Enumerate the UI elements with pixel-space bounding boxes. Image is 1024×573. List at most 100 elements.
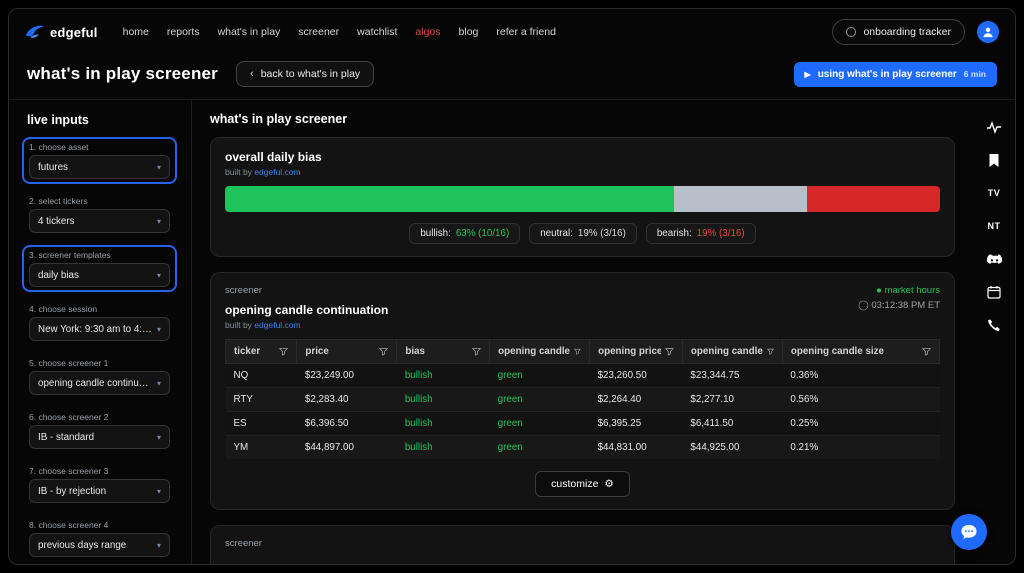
candle-size-cell: 0.56% [782, 388, 939, 412]
screener-kicker: screener [225, 538, 940, 549]
chevron-down-icon: ▾ [157, 487, 161, 496]
tutorial-video-button[interactable]: ▶ using what's in play screener 6 min [794, 62, 997, 87]
filter-funnel-icon[interactable] [379, 347, 388, 356]
neutral-badge: neutral: 19% (3/16) [529, 223, 637, 244]
price-cell: $6,396.50 [297, 412, 397, 436]
input-group-choose-session: 4. choose session New York: 9:30 am to 4… [22, 299, 177, 346]
tickers-select[interactable]: 4 tickers ▾ [29, 209, 170, 233]
phone-icon[interactable] [985, 316, 1003, 334]
discord-icon[interactable] [985, 250, 1003, 268]
built-by-text: built by [225, 167, 252, 177]
app-window: edgeful home reports what's in play scre… [8, 8, 1016, 565]
back-button[interactable]: ‹ back to what's in play [236, 61, 374, 87]
ninjatrader-icon[interactable]: NT [985, 217, 1003, 235]
nav-item-watchlist[interactable]: watchlist [357, 26, 397, 38]
bullish-segment [225, 186, 674, 212]
filter-funnel-icon[interactable] [472, 347, 481, 356]
input-group-screener-templates: 3. screener templates daily bias ▾ [22, 245, 177, 292]
badge-value: 19% (3/16) [697, 228, 745, 239]
open-price-cell: $23,260.50 [590, 364, 683, 388]
select-value: previous days range [38, 540, 126, 551]
select-value: daily bias [38, 270, 79, 281]
filter-funnel-icon[interactable] [574, 347, 581, 356]
screener-3-select[interactable]: IB - by rejection ▾ [29, 479, 170, 503]
edgeful-link[interactable]: edgeful.com [254, 320, 300, 330]
close-price-cell: $23,344.75 [682, 364, 782, 388]
chat-bubble-icon [960, 524, 978, 540]
sidebar-title: live inputs [27, 113, 177, 127]
customize-button[interactable]: customize ⚙ [535, 471, 630, 497]
column-header-opening-price[interactable]: opening price [590, 340, 682, 363]
badge-label: neutral: [540, 228, 573, 239]
tradingview-icon[interactable]: TV [985, 184, 1003, 202]
chat-widget-button[interactable] [951, 514, 987, 550]
select-value: opening candle continuation [38, 378, 153, 389]
session-select[interactable]: New York: 9:30 am to 4:00 p... ▾ [29, 317, 170, 341]
input-group-select-tickers: 2. select tickers 4 tickers ▾ [22, 191, 177, 238]
user-avatar[interactable] [977, 21, 999, 43]
customize-label: customize [551, 478, 598, 490]
nav-right-group: onboarding tracker [832, 19, 999, 45]
edgeful-logo[interactable]: edgeful [25, 24, 98, 40]
column-header-opening-candle-close[interactable]: opening candle cl... [683, 340, 782, 363]
chevron-down-icon: ▾ [157, 379, 161, 388]
column-header-opening-candle-size[interactable]: opening candle size [783, 340, 939, 363]
column-header-bias[interactable]: bias [397, 340, 489, 363]
bearish-badge: bearish: 19% (3/16) [646, 223, 756, 244]
table-row-rty[interactable]: RTY $2,283.40 bullish green $2,264.40 $2… [226, 388, 940, 412]
bearish-segment [807, 186, 940, 212]
chevron-down-icon: ▾ [157, 217, 161, 226]
filter-funnel-icon[interactable] [665, 347, 674, 356]
ticker-cell: YM [226, 436, 297, 460]
screener-4-select[interactable]: previous days range ▾ [29, 533, 170, 557]
play-icon: ▶ [805, 70, 811, 79]
input-group-screener-3: 7. choose screener 3 IB - by rejection ▾ [22, 461, 177, 508]
daily-bias-stacked-bar [225, 186, 940, 212]
calendar-icon[interactable] [985, 283, 1003, 301]
table-row-nq[interactable]: NQ $23,249.00 bullish green $23,260.50 $… [226, 364, 940, 388]
ticker-cell: RTY [226, 388, 297, 412]
filter-funnel-icon[interactable] [922, 347, 931, 356]
bias-cell: bullish [397, 436, 490, 460]
badge-value: 63% (10/16) [456, 228, 509, 239]
table-row-ym[interactable]: YM $44,897.00 bullish green $44,831.00 $… [226, 436, 940, 460]
badge-label: bullish: [420, 228, 451, 239]
screener-2-select[interactable]: IB - standard ▾ [29, 425, 170, 449]
bookmark-icon[interactable] [985, 151, 1003, 169]
nav-item-refer-a-friend[interactable]: refer a friend [496, 26, 556, 38]
ticker-cell: NQ [226, 364, 297, 388]
market-time: ◯ 03:12:38 PM ET [858, 300, 940, 311]
template-select[interactable]: daily bias ▾ [29, 263, 170, 287]
column-header-opening-candle-color[interactable]: opening candle co... [490, 340, 589, 363]
activity-icon[interactable] [985, 118, 1003, 136]
edgeful-link[interactable]: edgeful.com [254, 167, 300, 177]
column-header-ticker[interactable]: ticker [226, 340, 296, 363]
screener-table: ticker price bias opening candle co... o… [225, 339, 940, 459]
main-title: what's in play screener [210, 112, 955, 126]
nav-item-whats-in-play[interactable]: what's in play [218, 26, 281, 38]
market-status: ● market hours [858, 285, 940, 296]
clock-icon: ◯ [858, 300, 869, 311]
filter-funnel-icon[interactable] [767, 347, 774, 356]
nav-item-reports[interactable]: reports [167, 26, 200, 38]
asset-select[interactable]: futures ▾ [29, 155, 170, 179]
input-label: 2. select tickers [29, 196, 170, 206]
status-dot-icon: ● [876, 285, 882, 296]
input-label: 7. choose screener 3 [29, 466, 170, 476]
filter-funnel-icon[interactable] [279, 347, 288, 356]
column-header-price[interactable]: price [297, 340, 396, 363]
candle-size-cell: 0.21% [782, 436, 939, 460]
bias-cell: bullish [397, 388, 490, 412]
nav-item-home[interactable]: home [123, 26, 149, 38]
onboarding-tracker-button[interactable]: onboarding tracker [832, 19, 965, 45]
badge-label: bearish: [657, 228, 692, 239]
bias-card-title: overall daily bias [225, 150, 940, 164]
nav-item-algos[interactable]: algos [415, 26, 440, 38]
price-cell: $44,897.00 [297, 436, 397, 460]
badge-value: 19% (3/16) [578, 228, 626, 239]
nav-item-screener[interactable]: screener [298, 26, 339, 38]
table-row-es[interactable]: ES $6,396.50 bullish green $6,395.25 $6,… [226, 412, 940, 436]
screener-1-select[interactable]: opening candle continuation ▾ [29, 371, 170, 395]
nav-item-blog[interactable]: blog [459, 26, 479, 38]
select-value: 4 tickers [38, 216, 74, 227]
